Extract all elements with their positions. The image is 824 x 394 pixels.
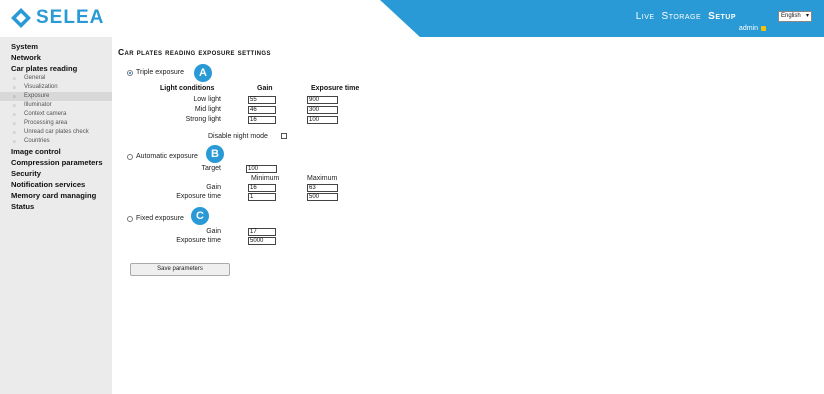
exposure-min-input[interactable]: 1 xyxy=(248,193,276,201)
sidebar-sub-visualization[interactable]: Visualization xyxy=(0,83,112,92)
sidebar-sub-illuminator[interactable]: Illuminator xyxy=(0,101,112,110)
selea-logo[interactable]: SELEA xyxy=(10,7,104,29)
badge-a: A xyxy=(194,64,212,82)
sidebar-item-car-plates-reading[interactable]: Car plates reading xyxy=(0,63,112,74)
fixed-exposure-label: Fixed exposure xyxy=(136,215,184,222)
row-label-low-light: Low light xyxy=(193,96,221,103)
brand-name: SELEA xyxy=(36,7,105,28)
sidebar: System Network Car plates reading Genera… xyxy=(0,37,112,394)
radio-selected-icon xyxy=(127,69,133,76)
main-content: Car plates reading exposure settings Tri… xyxy=(118,37,818,394)
target-input[interactable]: 100 xyxy=(246,165,277,173)
radio-unselected-icon xyxy=(127,215,133,222)
language-select[interactable]: English ▾ xyxy=(778,11,812,22)
nav-storage[interactable]: Storage xyxy=(662,11,702,22)
automatic-exposure-radio[interactable]: Automatic exposure xyxy=(127,153,198,160)
col-exposure-time: Exposure time xyxy=(311,85,360,92)
target-label: Target xyxy=(201,165,221,172)
sidebar-sub-unread-plates-check[interactable]: Unread car plates check xyxy=(0,128,112,137)
nav-setup[interactable]: Setup xyxy=(708,11,736,22)
language-value: English xyxy=(781,13,801,19)
sidebar-sub-general[interactable]: General xyxy=(0,74,112,83)
logo-diamond-icon xyxy=(10,7,32,29)
fixed-exposure-time-label: Exposure time xyxy=(176,237,221,244)
page-title: Car plates reading exposure settings xyxy=(118,47,271,57)
triple-exposure-label: Triple exposure xyxy=(136,69,184,76)
mid-light-gain-input[interactable]: 46 xyxy=(248,106,276,114)
sidebar-item-notification-services[interactable]: Notification services xyxy=(0,179,112,190)
col-minimum: Minimum xyxy=(251,175,280,182)
sidebar-sub-processing-area[interactable]: Processing area xyxy=(0,119,112,128)
sidebar-sub-context-camera[interactable]: Context camera xyxy=(0,110,112,119)
row-label-strong-light: Strong light xyxy=(185,116,221,123)
fixed-exposure-radio[interactable]: Fixed exposure xyxy=(127,215,184,222)
auto-exposure-time-label: Exposure time xyxy=(176,193,221,200)
username: admin xyxy=(738,25,758,32)
fixed-exposure-input[interactable]: 5000 xyxy=(248,237,276,245)
low-light-exposure-input[interactable]: 900 xyxy=(307,96,338,104)
strong-light-gain-input[interactable]: 16 xyxy=(248,116,276,124)
sidebar-item-security[interactable]: Security xyxy=(0,168,112,179)
header: SELEA Live Storage Setup English ▾ admin xyxy=(0,0,824,37)
fixed-gain-input[interactable]: 17 xyxy=(248,228,276,236)
row-label-mid-light: Mid light xyxy=(194,106,221,113)
exposure-max-input[interactable]: 500 xyxy=(307,193,338,201)
sidebar-item-image-control[interactable]: Image control xyxy=(0,146,112,157)
chevron-down-icon: ▾ xyxy=(805,13,809,19)
radio-unselected-icon xyxy=(127,153,133,160)
gain-min-input[interactable]: 16 xyxy=(248,184,276,192)
sidebar-item-system[interactable]: System xyxy=(0,41,112,52)
sidebar-item-status[interactable]: Status xyxy=(0,201,112,212)
col-gain: Gain xyxy=(257,85,273,92)
sidebar-item-network[interactable]: Network xyxy=(0,52,112,63)
automatic-exposure-label: Automatic exposure xyxy=(136,153,198,160)
sidebar-sub-countries[interactable]: Countries xyxy=(0,137,112,146)
col-maximum: Maximum xyxy=(307,175,338,182)
lock-icon xyxy=(761,25,766,31)
auto-gain-label: Gain xyxy=(206,184,221,191)
user-info: admin xyxy=(739,25,766,32)
sidebar-item-compression-parameters[interactable]: Compression parameters xyxy=(0,157,112,168)
sidebar-sub-exposure[interactable]: Exposure xyxy=(0,92,112,101)
badge-b: B xyxy=(206,145,224,163)
disable-night-mode-label: Disable night mode xyxy=(208,133,268,140)
col-light-conditions: Light conditions xyxy=(160,85,215,92)
top-nav: Live Storage Setup xyxy=(636,11,736,22)
save-parameters-button[interactable]: Save parameters xyxy=(130,263,230,276)
triple-exposure-radio[interactable]: Triple exposure xyxy=(127,69,184,76)
strong-light-exposure-input[interactable]: 100 xyxy=(307,116,338,124)
gain-max-input[interactable]: 63 xyxy=(307,184,338,192)
nav-live[interactable]: Live xyxy=(636,11,655,22)
badge-c: C xyxy=(191,207,209,225)
low-light-gain-input[interactable]: 55 xyxy=(248,96,276,104)
mid-light-exposure-input[interactable]: 300 xyxy=(307,106,338,114)
sidebar-item-memory-card[interactable]: Memory card managing xyxy=(0,190,112,201)
disable-night-mode-checkbox[interactable] xyxy=(281,133,287,139)
fixed-gain-label: Gain xyxy=(206,228,221,235)
